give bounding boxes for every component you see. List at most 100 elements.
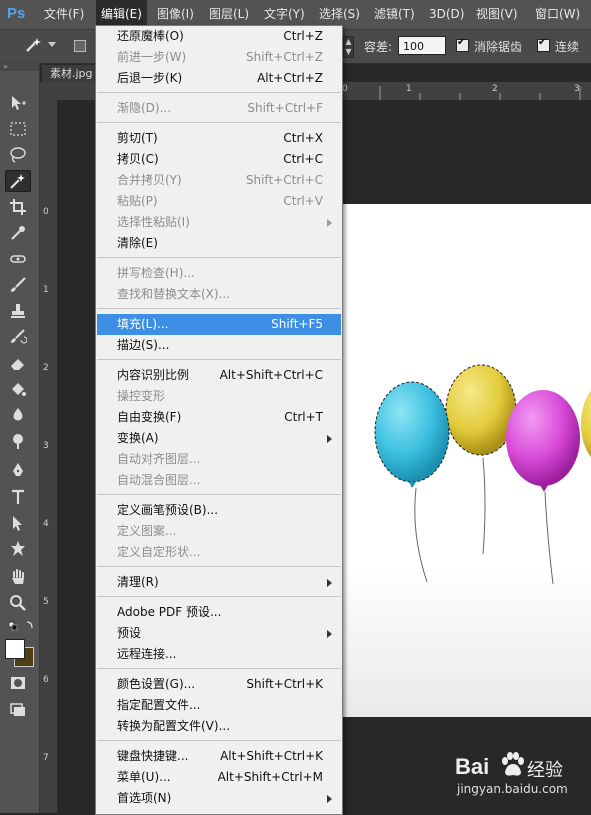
balloons-image xyxy=(374,364,591,585)
ruler-v-label: 1 xyxy=(43,285,49,295)
menu-item-undo[interactable]: 还原魔棒(O) Ctrl+Z xyxy=(97,26,341,47)
antialias-checkbox[interactable] xyxy=(456,37,469,52)
menu-item-paste[interactable]: 粘贴(P) Ctrl+V xyxy=(97,191,341,212)
crop-tool-icon[interactable] xyxy=(5,196,31,218)
ruler-v-label: 5 xyxy=(43,597,49,607)
menu-window[interactable]: 窗口(W) xyxy=(535,0,580,29)
baidu-paw-icon xyxy=(502,752,524,776)
menu-item-presets[interactable]: 预设 xyxy=(97,623,341,644)
ruler-v-label: 6 xyxy=(43,675,49,685)
menu-item-define-custom-shape[interactable]: 定义自定形状... xyxy=(97,542,341,563)
menu-separator xyxy=(97,596,341,597)
quick-mask-icon[interactable] xyxy=(5,672,31,694)
menu-item-keyboard-shortcuts[interactable]: 键盘快捷键... Alt+Shift+Ctrl+K xyxy=(97,746,341,767)
menu-separator xyxy=(97,566,341,567)
menu-item-copy-merged[interactable]: 合并拷贝(Y) Shift+Ctrl+C xyxy=(97,170,341,191)
tolerance-input[interactable]: 100 xyxy=(398,36,446,55)
lasso-tool-icon[interactable] xyxy=(5,144,31,166)
menu-item-preferences[interactable]: 首选项(N) xyxy=(97,788,341,809)
zoom-tool-icon[interactable] xyxy=(5,592,31,614)
baidu-watermark: Bai 经验 jingyan.baidu.com xyxy=(455,752,591,802)
clone-stamp-icon[interactable] xyxy=(5,300,31,322)
menu-item-find-replace[interactable]: 查找和替换文本(X)... xyxy=(97,284,341,305)
blur-tool-icon[interactable] xyxy=(5,404,31,426)
move-tool-icon[interactable] xyxy=(5,92,31,114)
contiguous-checkbox[interactable] xyxy=(537,37,550,52)
menu-item-convert-to-profile[interactable]: 转换为配置文件(V)... xyxy=(97,716,341,737)
preset-dropdown-caret-icon[interactable] xyxy=(48,42,56,47)
menu-separator xyxy=(97,257,341,258)
ruler-v-label: 3 xyxy=(43,441,49,451)
menu-separator xyxy=(97,740,341,741)
eraser-tool-icon[interactable] xyxy=(5,352,31,374)
ruler-h-label: 3 xyxy=(574,84,580,94)
menu-item-fill[interactable]: 填充(L)... Shift+F5 xyxy=(97,314,341,335)
menu-item-fade[interactable]: 渐隐(D)... Shift+Ctrl+F xyxy=(97,98,341,119)
pen-tool-icon[interactable] xyxy=(5,460,31,482)
menu-item-adobe-pdf-presets[interactable]: Adobe PDF 预设... xyxy=(97,602,341,623)
menu-3d[interactable]: 3D(D) xyxy=(429,0,464,29)
menu-view[interactable]: 视图(V) xyxy=(476,0,518,29)
ruler-v-label: 2 xyxy=(43,363,49,373)
shape-tool-icon[interactable] xyxy=(5,538,31,560)
menu-item-step-forward[interactable]: 前进一步(W) Shift+Ctrl+Z xyxy=(97,47,341,68)
vertical-ruler: 0 1 2 3 4 5 6 7 xyxy=(40,100,58,813)
menu-item-clear[interactable]: 清除(E) xyxy=(97,233,341,254)
menu-separator xyxy=(97,308,341,309)
path-selection-icon[interactable] xyxy=(5,512,31,534)
menu-item-check-spelling[interactable]: 拼写检查(H)... xyxy=(97,263,341,284)
selection-mode-new-icon[interactable] xyxy=(74,40,86,52)
toolbox-collapse-handle[interactable]: » xyxy=(0,62,39,71)
foreground-color-swatch[interactable] xyxy=(5,639,25,659)
toolbox: » xyxy=(0,62,40,813)
swap-colors-icon[interactable] xyxy=(5,618,33,632)
tolerance-label: 容差: xyxy=(364,40,393,54)
ruler-v-label: 4 xyxy=(43,519,49,529)
menu-item-define-brush-preset[interactable]: 定义画笔预设(B)... xyxy=(97,500,341,521)
menu-file[interactable]: 文件(F) xyxy=(44,0,84,29)
menu-separator xyxy=(97,122,341,123)
submenu-arrow-icon xyxy=(327,795,332,803)
marquee-tool-icon[interactable] xyxy=(5,118,31,140)
sample-size-spinner-icon[interactable]: ▲ ▼ xyxy=(343,36,354,58)
menu-item-auto-blend-layers[interactable]: 自动混合图层... xyxy=(97,470,341,491)
menu-item-content-aware-scale[interactable]: 内容识别比例 Alt+Shift+Ctrl+C xyxy=(97,365,341,386)
screen-mode-icon[interactable] xyxy=(5,698,31,720)
menu-item-menus[interactable]: 菜单(U)... Alt+Shift+Ctrl+M xyxy=(97,767,341,788)
menu-item-color-settings[interactable]: 颜色设置(G)... Shift+Ctrl+K xyxy=(97,674,341,695)
magic-wand-tool-icon[interactable] xyxy=(5,170,31,192)
menu-separator xyxy=(97,92,341,93)
type-tool-icon[interactable] xyxy=(5,486,31,508)
healing-brush-icon[interactable] xyxy=(5,248,31,270)
menu-item-cut[interactable]: 剪切(T) Ctrl+X xyxy=(97,128,341,149)
paint-bucket-icon[interactable] xyxy=(5,378,31,400)
watermark-brand: Bai xyxy=(455,754,490,779)
eyedropper-tool-icon[interactable] xyxy=(5,222,31,244)
menu-item-paste-special[interactable]: 选择性粘贴(I) xyxy=(97,212,341,233)
menu-item-assign-profile[interactable]: 指定配置文件... xyxy=(97,695,341,716)
menu-item-stroke[interactable]: 描边(S)... xyxy=(97,335,341,356)
photoshop-logo: Ps xyxy=(7,5,26,22)
menu-item-auto-align-layers[interactable]: 自动对齐图层... xyxy=(97,449,341,470)
submenu-arrow-icon xyxy=(327,579,332,587)
menu-filter[interactable]: 滤镜(T) xyxy=(374,0,415,29)
menu-item-remote-connections[interactable]: 远程连接... xyxy=(97,644,341,665)
brush-tool-icon[interactable] xyxy=(5,274,31,296)
ruler-h-label: 2 xyxy=(492,84,498,94)
dodge-tool-icon[interactable] xyxy=(5,430,31,452)
history-brush-icon[interactable] xyxy=(5,326,31,348)
magic-wand-preset-icon[interactable] xyxy=(22,34,44,56)
hand-tool-icon[interactable] xyxy=(5,566,31,588)
submenu-arrow-icon xyxy=(327,630,332,638)
menu-item-step-backward[interactable]: 后退一步(K) Alt+Ctrl+Z xyxy=(97,68,341,89)
menu-separator xyxy=(97,494,341,495)
menu-item-define-pattern[interactable]: 定义图案... xyxy=(97,521,341,542)
menu-item-puppet-warp[interactable]: 操控变形 xyxy=(97,386,341,407)
submenu-arrow-icon xyxy=(327,435,332,443)
menu-item-transform[interactable]: 变换(A) xyxy=(97,428,341,449)
document-canvas[interactable] xyxy=(341,204,591,717)
ruler-h-label: 1 xyxy=(406,84,412,94)
menu-item-purge[interactable]: 清理(R) xyxy=(97,572,341,593)
menu-item-free-transform[interactable]: 自由变换(F) Ctrl+T xyxy=(97,407,341,428)
menu-item-copy[interactable]: 拷贝(C) Ctrl+C xyxy=(97,149,341,170)
